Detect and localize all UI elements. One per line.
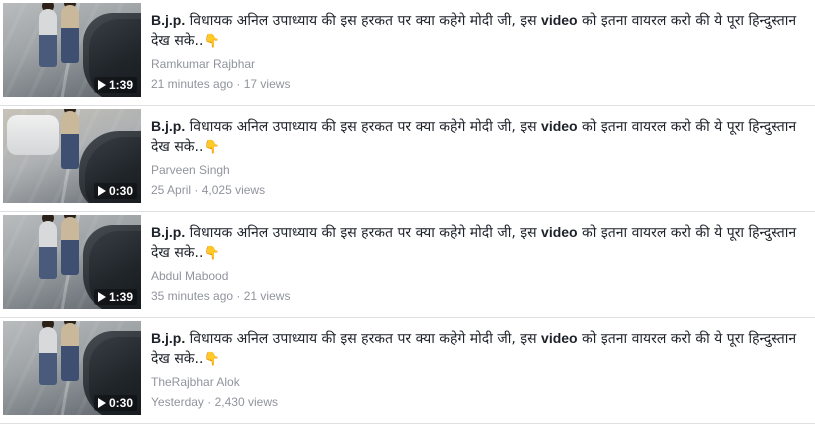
- pointing-down-emoji: 👇: [203, 34, 220, 49]
- author-link[interactable]: Abdul Mabood: [151, 269, 801, 283]
- title-video-word: video: [541, 12, 578, 28]
- video-duration-badge: 0:30: [93, 395, 137, 411]
- video-duration: 1:39: [108, 78, 133, 92]
- play-icon: [97, 292, 106, 302]
- play-icon: [97, 186, 106, 196]
- view-count: 17 views: [243, 77, 291, 91]
- play-icon: [97, 398, 106, 408]
- video-info: B.j.p. विधायक अनिल उपाध्याय की इस हरकत प…: [151, 10, 801, 91]
- title-video-word: video: [541, 118, 578, 134]
- video-thumbnail[interactable]: 0:30: [3, 321, 141, 415]
- video-duration: 0:30: [108, 396, 133, 410]
- video-thumbnail[interactable]: 0:30: [3, 109, 141, 203]
- post-time: 25 April: [151, 183, 192, 197]
- video-title-link[interactable]: B.j.p. विधायक अनिल उपाध्याय की इस हरकत प…: [151, 328, 801, 370]
- title-prefix: B.j.p.: [151, 224, 186, 240]
- video-meta: Yesterday · 2,430 views: [151, 395, 801, 409]
- video-info: B.j.p. विधायक अनिल उपाध्याय की इस हरकत प…: [151, 222, 801, 303]
- title-prefix: B.j.p.: [151, 12, 186, 28]
- pointing-down-emoji: 👇: [203, 140, 220, 155]
- video-item: 1:39 B.j.p. विधायक अनिल उपाध्याय की इस ह…: [0, 212, 815, 318]
- video-meta: 35 minutes ago · 21 views: [151, 289, 801, 303]
- video-title-link[interactable]: B.j.p. विधायक अनिल उपाध्याय की इस हरकत प…: [151, 10, 801, 52]
- pointing-down-emoji: 👇: [203, 246, 220, 261]
- title-text: विधायक अनिल उपाध्याय की इस हरकत पर क्या …: [185, 331, 542, 347]
- pointing-down-emoji: 👇: [203, 352, 220, 367]
- author-link[interactable]: TheRajbhar Alok: [151, 375, 801, 389]
- video-meta: 25 April · 4,025 views: [151, 183, 801, 197]
- video-thumbnail[interactable]: 1:39: [3, 215, 141, 309]
- video-info: B.j.p. विधायक अनिल उपाध्याय की इस हरकत प…: [151, 116, 801, 197]
- video-title-link[interactable]: B.j.p. विधायक अनिल उपाध्याय की इस हरकत प…: [151, 222, 801, 264]
- view-count: 21 views: [243, 289, 291, 303]
- title-text: विधायक अनिल उपाध्याय की इस हरकत पर क्या …: [185, 119, 542, 135]
- title-prefix: B.j.p.: [151, 118, 186, 134]
- post-time: 21 minutes ago: [151, 77, 234, 91]
- title-video-word: video: [541, 224, 578, 240]
- video-title-link[interactable]: B.j.p. विधायक अनिल उपाध्याय की इस हरकत प…: [151, 116, 801, 158]
- meta-separator: ·: [236, 77, 241, 91]
- view-count: 4,025 views: [201, 183, 266, 197]
- video-meta: 21 minutes ago · 17 views: [151, 77, 801, 91]
- meta-separator: ·: [207, 395, 212, 409]
- play-icon: [97, 80, 106, 90]
- video-thumbnail[interactable]: 1:39: [3, 3, 141, 97]
- video-duration-badge: 0:30: [93, 183, 137, 199]
- video-results-list: 1:39 B.j.p. विधायक अनिल उपाध्याय की इस ह…: [0, 0, 815, 424]
- post-time: Yesterday: [151, 395, 204, 409]
- title-text: विधायक अनिल उपाध्याय की इस हरकत पर क्या …: [185, 13, 542, 29]
- video-item: 0:30 B.j.p. विधायक अनिल उपाध्याय की इस ह…: [0, 318, 815, 424]
- post-time: 35 minutes ago: [151, 289, 234, 303]
- meta-separator: ·: [194, 183, 199, 197]
- video-item: 1:39 B.j.p. विधायक अनिल उपाध्याय की इस ह…: [0, 0, 815, 106]
- title-text: विधायक अनिल उपाध्याय की इस हरकत पर क्या …: [185, 225, 542, 241]
- video-info: B.j.p. विधायक अनिल उपाध्याय की इस हरकत प…: [151, 328, 801, 409]
- author-link[interactable]: Parveen Singh: [151, 163, 801, 177]
- video-duration: 0:30: [108, 184, 133, 198]
- view-count: 2,430 views: [214, 395, 278, 409]
- author-link[interactable]: Ramkumar Rajbhar: [151, 57, 801, 71]
- video-duration-badge: 1:39: [93, 289, 137, 305]
- meta-separator: ·: [236, 289, 241, 303]
- title-video-word: video: [541, 330, 578, 346]
- video-duration: 1:39: [108, 290, 133, 304]
- title-prefix: B.j.p.: [151, 330, 186, 346]
- video-duration-badge: 1:39: [93, 77, 137, 93]
- video-item: 0:30 B.j.p. विधायक अनिल उपाध्याय की इस ह…: [0, 106, 815, 212]
